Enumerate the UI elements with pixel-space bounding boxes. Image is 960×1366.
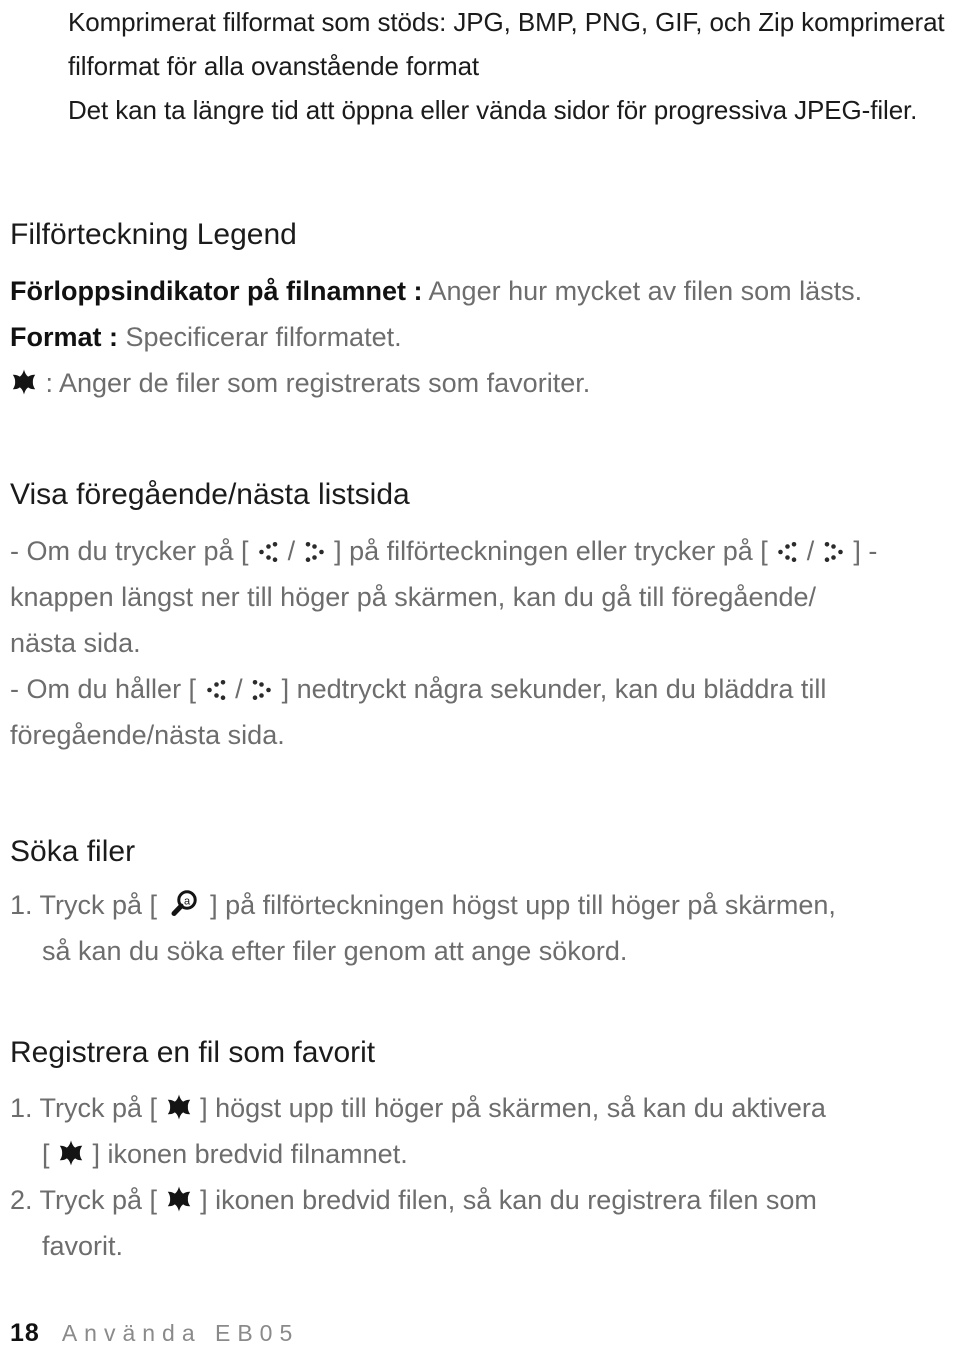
legend-section-heading: Filförteckning Legend xyxy=(10,218,950,252)
legend-row-favorite: : Anger de filer som registrerats som fa… xyxy=(10,360,950,406)
search-step-1: 1. Tryck på [ a ] på filförteckningen hö… xyxy=(10,882,950,928)
prevnext-bullet-1-cont-1: knappen längst ner till höger på skärmen… xyxy=(10,582,817,612)
intro-line-2: filformat för alla ovanstående format xyxy=(68,51,480,81)
search-rows: 1. Tryck på [ a ] på filförteckningen hö… xyxy=(10,882,950,974)
intro-paragraph: Komprimerat filformat som stöds: JPG, BM… xyxy=(68,0,948,132)
prevnext-bullet-1-cont-2: nästa sida. xyxy=(10,628,141,658)
favorite-step-1: 1. Tryck på [ ] högst upp till höger på … xyxy=(10,1085,950,1131)
heading-text: Filförteckning Legend xyxy=(10,218,297,251)
step-text-a: 2. Tryck på [ xyxy=(10,1185,165,1215)
footer-label: Använda EB05 xyxy=(61,1320,300,1346)
step-text-b: ] högst upp till höger på skärmen, så ka… xyxy=(192,1093,826,1123)
intro-line-1: Komprimerat filformat som stöds: JPG, BM… xyxy=(68,7,945,37)
arrow-right-dots-icon xyxy=(823,541,845,563)
prevnext-rows: - Om du trycker på [ / ] på filförteckni… xyxy=(10,528,950,758)
star-icon xyxy=(167,1094,191,1120)
bullet-text-a: - Om du håller [ xyxy=(10,674,204,704)
star-icon xyxy=(167,1186,191,1212)
legend-desc: Anger hur mycket av filen som lästs. xyxy=(422,276,863,306)
legend-favorite-desc: : Anger de filer som registrerats som fa… xyxy=(38,368,591,398)
arrow-left-dots-icon xyxy=(776,541,798,563)
prevnext-section-heading: Visa föregående/nästa listsida xyxy=(10,478,950,512)
favorite-step-2-cont: favorit. xyxy=(42,1231,124,1261)
bullet-text-c: ] - xyxy=(845,536,878,566)
prevnext-bullet-2-cont: föregående/nästa sida. xyxy=(10,720,285,750)
intro-line-3: Det kan ta längre tid att öppna eller vä… xyxy=(68,95,918,125)
prevnext-bullet-2: - Om du håller [ / ] nedtryckt några sek… xyxy=(10,666,950,712)
page-footer: 18 Använda EB05 xyxy=(10,1319,299,1348)
step-text-a: 1. Tryck på [ xyxy=(10,890,165,920)
legend-rows: Förloppsindikator på filnamnet : Anger h… xyxy=(10,268,950,406)
legend-row-progress: Förloppsindikator på filnamnet : Anger h… xyxy=(10,268,950,314)
arrow-left-dots-icon xyxy=(257,541,279,563)
heading-text: Registrera en fil som favorit xyxy=(10,1036,376,1069)
star-icon xyxy=(12,369,36,395)
search-section-heading: Söka filer xyxy=(10,835,950,869)
heading-text: Söka filer xyxy=(10,835,136,868)
arrow-right-dots-icon xyxy=(251,679,273,701)
arrow-right-dots-icon xyxy=(304,541,326,563)
legend-term: Format : xyxy=(10,322,118,352)
document-page: Komprimerat filformat som stöds: JPG, BM… xyxy=(0,0,960,1366)
bullet-text-b: ] på filförteckningen eller trycker på [ xyxy=(326,536,776,566)
footer-page-number: 18 xyxy=(10,1319,40,1347)
bullet-text-b: ] nedtryckt några sekunder, kan du blädd… xyxy=(274,674,827,704)
favorite-section-heading: Registrera en fil som favorit xyxy=(10,1036,950,1070)
step-text-b: ] på filförteckningen högst upp till hög… xyxy=(202,890,836,920)
favorite-step-1-cont: [ ] ikonen bredvid filnamnet. xyxy=(10,1131,950,1177)
step-cont-text-a: [ xyxy=(42,1139,58,1169)
bullet-text-sep: / xyxy=(799,536,822,566)
step-text-a: 1. Tryck på [ xyxy=(10,1093,165,1123)
step-text-b: ] ikonen bredvid filen, så kan du regist… xyxy=(192,1185,817,1215)
svg-text:a: a xyxy=(184,896,191,908)
bullet-text-sep: / xyxy=(227,674,251,704)
bullet-text-a: - Om du trycker på [ xyxy=(10,536,257,566)
star-icon xyxy=(59,1140,83,1166)
magnifier-a-icon: a xyxy=(169,889,199,919)
favorite-step-2: 2. Tryck på [ ] ikonen bredvid filen, så… xyxy=(10,1177,950,1223)
heading-text: Visa föregående/nästa listsida xyxy=(10,478,410,511)
search-step-1-cont: så kan du söka efter filer genom att ang… xyxy=(42,936,628,966)
arrow-left-dots-icon xyxy=(205,679,227,701)
bullet-text-sep: / xyxy=(280,536,303,566)
favorite-rows: 1. Tryck på [ ] högst upp till höger på … xyxy=(10,1085,950,1269)
legend-term: Förloppsindikator på filnamnet : xyxy=(10,276,423,306)
legend-desc: Specificerar filformatet. xyxy=(118,322,402,352)
legend-row-format: Format : Specificerar filformatet. xyxy=(10,314,950,360)
prevnext-bullet-1: - Om du trycker på [ / ] på filförteckni… xyxy=(10,528,950,574)
step-cont-text-b: ] ikonen bredvid filnamnet. xyxy=(85,1139,408,1169)
